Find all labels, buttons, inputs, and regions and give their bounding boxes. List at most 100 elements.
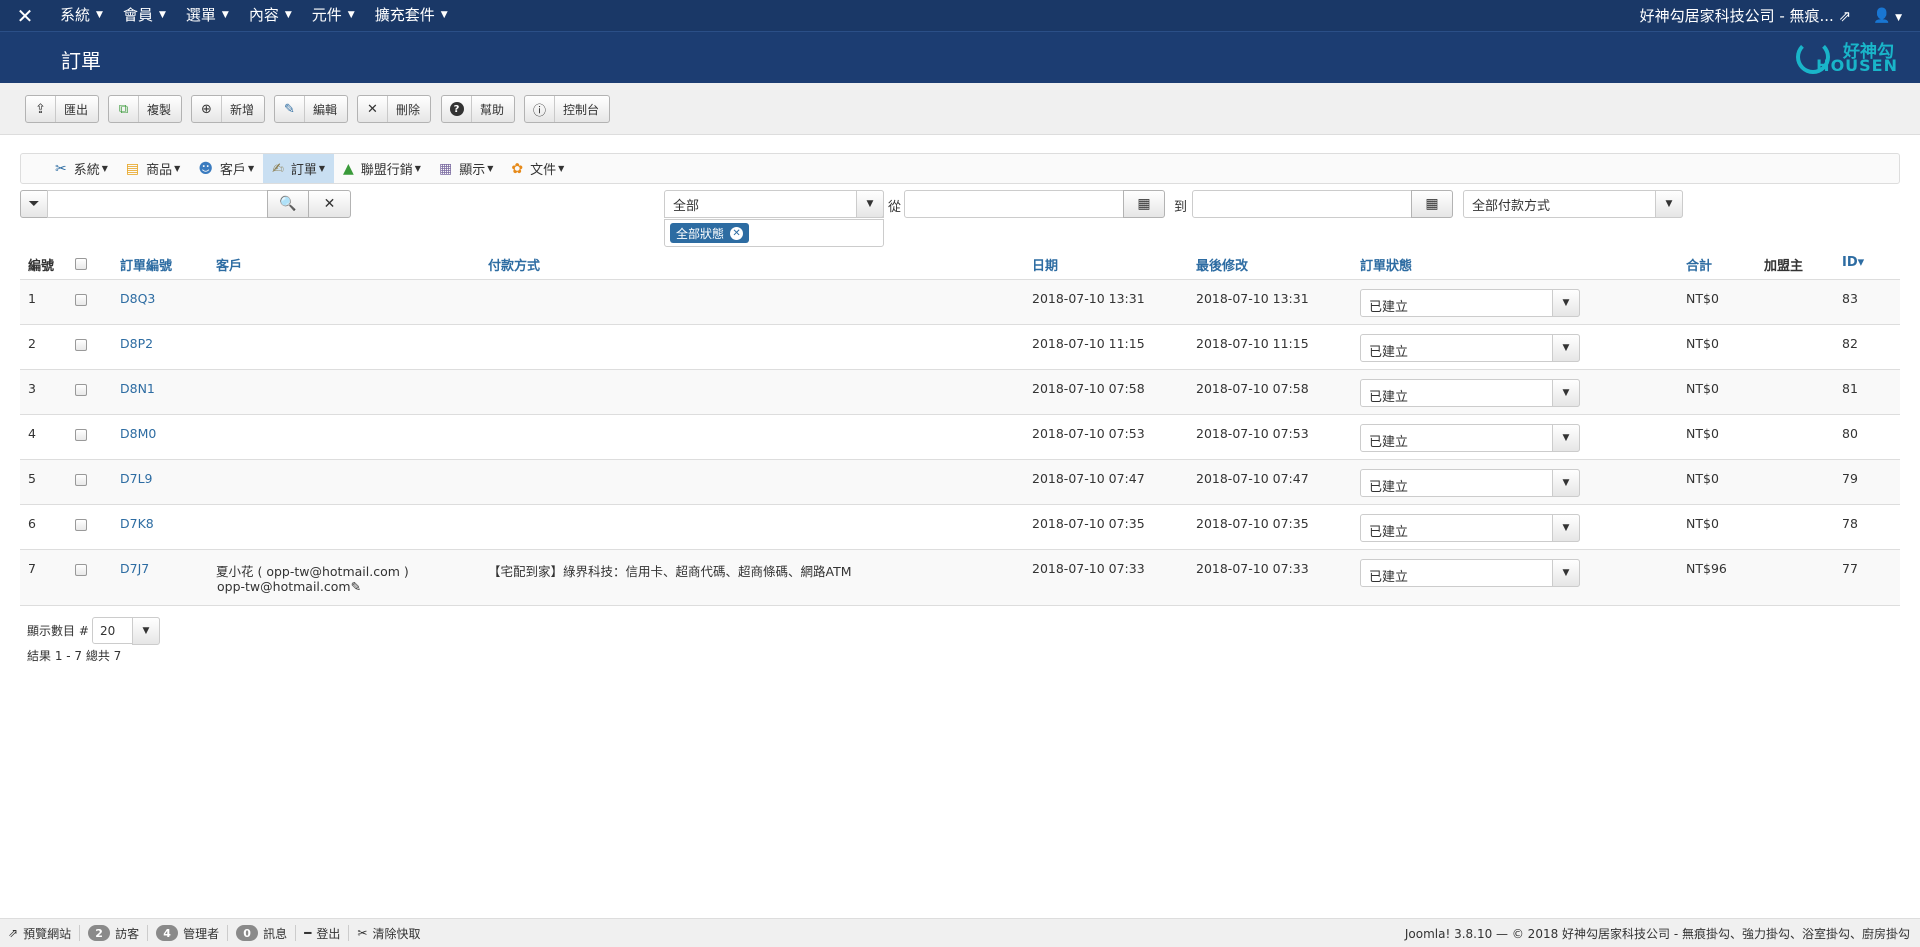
menu-content[interactable]: 內容 ▼ bbox=[239, 0, 302, 31]
header-modified[interactable]: 最後修改 bbox=[1196, 255, 1248, 274]
header-date[interactable]: 日期 bbox=[1032, 255, 1058, 274]
order-status-select[interactable]: 已建立 ▼ bbox=[1360, 334, 1580, 362]
help-button[interactable]: ? 幫助 bbox=[441, 95, 516, 123]
products-icon: ▤ bbox=[125, 160, 140, 177]
order-id: 77 bbox=[1842, 561, 1858, 576]
order-no-link[interactable]: D7K8 bbox=[120, 516, 154, 531]
control-panel-button[interactable]: ⓘ 控制台 bbox=[524, 95, 611, 123]
submenu-docs[interactable]: ✿ 文件 ▼ bbox=[502, 154, 573, 183]
limit-select[interactable]: 20 ▼ bbox=[92, 617, 160, 645]
preview-site-link[interactable]: ⇗ 預覽網站 bbox=[0, 925, 81, 941]
visitors-count-badge: 2 bbox=[88, 925, 111, 941]
user-menu[interactable]: 👤 ▼ bbox=[1865, 8, 1920, 24]
order-total: NT$0 bbox=[1686, 471, 1719, 486]
header-total[interactable]: 合計 bbox=[1686, 255, 1712, 274]
submenu-customers[interactable]: ☻ 客戶 ▼ bbox=[189, 154, 263, 183]
copy-button[interactable]: ⧉ 複製 bbox=[108, 95, 183, 123]
menu-system[interactable]: 系統 ▼ bbox=[50, 0, 113, 31]
row-checkbox[interactable] bbox=[75, 519, 87, 531]
order-status-select[interactable]: 已建立 ▼ bbox=[1360, 289, 1580, 317]
logout-label: 登出 bbox=[316, 926, 341, 941]
result-count: 結果 1 - 7 總共 7 bbox=[27, 649, 122, 663]
submenu-affiliate[interactable]: ▲ 聯盟行銷 ▼ bbox=[334, 154, 430, 183]
caret-down-icon: ▼ bbox=[347, 10, 355, 20]
row-checkbox[interactable] bbox=[75, 474, 87, 486]
customer-email: opp-tw@hotmail.com bbox=[217, 579, 351, 594]
order-no-link[interactable]: D8N1 bbox=[120, 381, 155, 396]
order-id: 79 bbox=[1842, 471, 1858, 486]
submenu-orders[interactable]: ✍ 訂單 ▼ bbox=[263, 154, 334, 183]
row-num: 3 bbox=[28, 381, 36, 396]
logout-link[interactable]: ━ 登出 bbox=[296, 925, 350, 941]
select-all-checkbox[interactable] bbox=[75, 258, 87, 270]
menu-users[interactable]: 會員 ▼ bbox=[113, 0, 176, 31]
row-checkbox[interactable] bbox=[75, 429, 87, 441]
site-link[interactable]: 好神勾居家科技公司 - 無痕... ⇗ bbox=[1626, 5, 1866, 26]
row-checkbox[interactable] bbox=[75, 384, 87, 396]
to-label: 到 bbox=[1174, 200, 1188, 215]
row-checkbox[interactable] bbox=[75, 564, 87, 576]
caret-down-icon: ▼ bbox=[1552, 334, 1580, 362]
export-button[interactable]: ⇪ 匯出 bbox=[25, 95, 100, 123]
order-no-link[interactable]: D8P2 bbox=[120, 336, 153, 351]
row-num: 1 bbox=[28, 291, 36, 306]
menu-menus[interactable]: 選單 ▼ bbox=[176, 0, 239, 31]
header-id[interactable]: ID▾ bbox=[1842, 255, 1864, 270]
from-date-input[interactable] bbox=[904, 190, 1124, 218]
caret-down-icon: ▼ bbox=[1655, 190, 1683, 218]
submenu-products[interactable]: ▤ 商品 ▼ bbox=[117, 154, 189, 183]
messages-status[interactable]: 0 訊息 bbox=[228, 925, 297, 941]
order-status-select[interactable]: 已建立 ▼ bbox=[1360, 469, 1580, 497]
status-select[interactable]: 全部 ▼ bbox=[664, 190, 884, 218]
messages-count-badge: 0 bbox=[236, 925, 259, 941]
add-button[interactable]: ⊕ 新增 bbox=[191, 95, 266, 123]
clear-cache-link[interactable]: ✂ 清除快取 bbox=[349, 925, 428, 941]
caret-down-icon: ▼ bbox=[487, 164, 494, 173]
header-payment[interactable]: 付款方式 bbox=[488, 255, 540, 274]
to-date-input[interactable] bbox=[1192, 190, 1412, 218]
delete-button[interactable]: ✕ 刪除 bbox=[357, 95, 432, 123]
submenu-system[interactable]: ✂ 系統 ▼ bbox=[46, 154, 117, 183]
order-status-select[interactable]: 已建立 ▼ bbox=[1360, 514, 1580, 542]
calendar-icon: ▦ bbox=[1425, 196, 1439, 212]
from-calendar-button[interactable]: ▦ bbox=[1123, 190, 1165, 218]
button-label: 刪除 bbox=[396, 102, 421, 117]
button-label: 匯出 bbox=[64, 102, 89, 117]
pencil-icon[interactable]: ✎ bbox=[351, 579, 361, 594]
header-order-no[interactable]: 訂單編號 bbox=[120, 255, 172, 274]
order-no-link[interactable]: D8M0 bbox=[120, 426, 156, 441]
order-status-select[interactable]: 已建立 ▼ bbox=[1360, 424, 1580, 452]
clear-button[interactable]: ✕ bbox=[308, 190, 351, 218]
order-status-select[interactable]: 已建立 ▼ bbox=[1360, 379, 1580, 407]
row-checkbox[interactable] bbox=[75, 294, 87, 306]
status-chip-box[interactable]: 全部狀態 ✕ bbox=[664, 219, 884, 247]
filter-toggle-button[interactable]: ⏷ bbox=[20, 190, 48, 218]
caret-down-icon: ▼ bbox=[96, 10, 103, 20]
order-no-link[interactable]: D7J7 bbox=[120, 561, 149, 576]
chip-remove-icon[interactable]: ✕ bbox=[730, 226, 744, 240]
submenu-label: 系統 bbox=[73, 163, 100, 178]
external-link-icon: ⇗ bbox=[1838, 7, 1852, 25]
search-button[interactable]: 🔍 bbox=[267, 190, 309, 218]
external-link-icon: ⇗ bbox=[8, 926, 19, 940]
header-customer[interactable]: 客戶 bbox=[216, 255, 242, 274]
joomla-icon[interactable]: ✕ bbox=[0, 0, 50, 31]
button-label: 控制台 bbox=[563, 102, 600, 117]
edit-button[interactable]: ✎ 編輯 bbox=[274, 95, 349, 123]
order-no-link[interactable]: D7L9 bbox=[120, 471, 153, 486]
payment-select[interactable]: 全部付款方式 ▼ bbox=[1463, 190, 1683, 218]
caret-down-icon: ▼ bbox=[1552, 514, 1580, 542]
close-icon: ✕ bbox=[323, 196, 336, 212]
sort-desc-icon: ▾ bbox=[1857, 255, 1865, 270]
order-no-link[interactable]: D8Q3 bbox=[120, 291, 155, 306]
row-checkbox[interactable] bbox=[75, 339, 87, 351]
button-label: 幫助 bbox=[480, 102, 505, 117]
order-modified: 2018-07-10 07:33 bbox=[1196, 561, 1309, 576]
menu-components[interactable]: 元件 ▼ bbox=[302, 0, 365, 31]
order-status-select[interactable]: 已建立 ▼ bbox=[1360, 559, 1580, 587]
search-input[interactable] bbox=[47, 190, 268, 218]
menu-extensions[interactable]: 擴充套件 ▼ bbox=[365, 0, 458, 31]
to-calendar-button[interactable]: ▦ bbox=[1411, 190, 1453, 218]
submenu-display[interactable]: ▦ 顯示 ▼ bbox=[430, 154, 502, 183]
header-status[interactable]: 訂單狀態 bbox=[1360, 255, 1412, 274]
